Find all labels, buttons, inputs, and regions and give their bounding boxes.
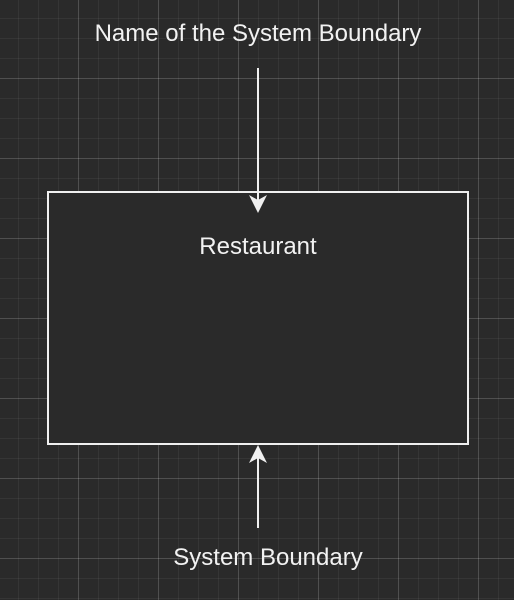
system-boundary-box[interactable]: Restaurant	[47, 191, 469, 445]
diagram-canvas: Name of the System Boundary Restaurant S…	[0, 0, 514, 600]
system-boundary-annotation: System Boundary	[173, 544, 363, 571]
bottom-arrowhead-icon	[249, 445, 267, 463]
system-boundary-title: Restaurant	[199, 233, 317, 260]
bottom-arrow	[249, 445, 267, 528]
system-boundary-name-annotation: Name of the System Boundary	[94, 20, 422, 47]
